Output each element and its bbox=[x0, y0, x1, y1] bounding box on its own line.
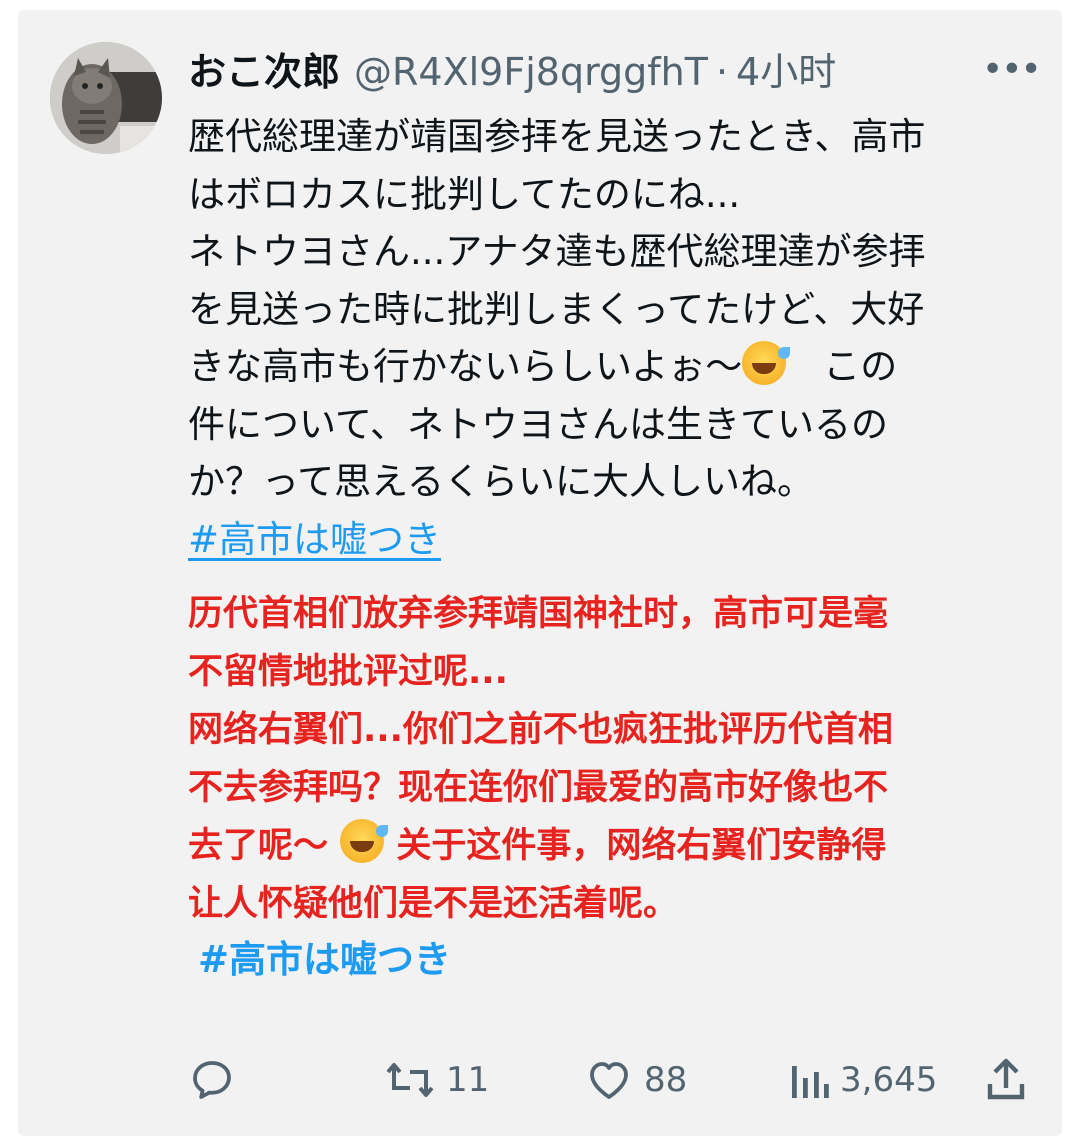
cn-line: 不留情地批评过呢... bbox=[188, 652, 508, 692]
jp-line: を見送った時に批判しまくってたけど、大好 bbox=[188, 287, 925, 331]
cn-line: 历代首相们放弃参拜靖国神社时，高市可是毫 bbox=[188, 594, 889, 634]
like-count: 88 bbox=[644, 1060, 688, 1100]
rolling-on-floor-laughing-emoji bbox=[340, 819, 389, 863]
reply-button[interactable] bbox=[188, 1052, 236, 1108]
cn-line: 让人怀疑他们是不是还活着呢。 bbox=[188, 884, 679, 924]
jp-line: か？って思えるくらいに大人しいね。 bbox=[188, 460, 815, 503]
avatar[interactable] bbox=[50, 42, 162, 154]
views-count: 3,645 bbox=[840, 1060, 938, 1100]
jp-line: 歴代総理達が靖国参拝を見送ったとき、高市 bbox=[188, 115, 926, 158]
hashtag-link[interactable]: #高市は嘘つき bbox=[188, 518, 441, 561]
more-options-icon[interactable]: ••• bbox=[982, 52, 1042, 92]
heart-icon bbox=[590, 1062, 628, 1099]
cat-avatar-image bbox=[50, 42, 162, 154]
retweet-count: 11 bbox=[446, 1060, 490, 1100]
tweet-text-japanese: 歴代総理達が靖国参拝を見送ったとき、高市 はボロカスに批判してたのにね... ネ… bbox=[188, 108, 1038, 568]
share-icon bbox=[987, 1058, 1025, 1100]
cn-line-with-emoji: 去了呢～ 关于这件事，网络右翼们安静得 bbox=[188, 817, 1038, 875]
retweet-button[interactable]: 11 bbox=[384, 1052, 489, 1108]
bar-chart-icon bbox=[792, 1066, 829, 1098]
views-button[interactable]: 3,645 bbox=[786, 1052, 937, 1108]
cn-line-after-emoji: 关于这件事，网络右翼们安静得 bbox=[396, 826, 887, 866]
tweet-actions: 11 88 3,645 bbox=[188, 1052, 1038, 1108]
translation-text: 历代首相们放弃参拜靖国神社时，高市可是毫 不留情地批评过呢... 网络右翼们..… bbox=[188, 585, 1038, 933]
jp-line-with-emoji: きな高市も行かないらしいよぉ〜 この bbox=[188, 338, 1038, 396]
retweet-icon bbox=[386, 1063, 434, 1097]
jp-line: 件について、ネトウヨさんは生きているの bbox=[188, 402, 889, 446]
cn-line: 网络右翼们...你们之前不也疯狂批评历代首相 bbox=[188, 710, 893, 750]
jp-line-before-emoji: きな高市も行かないらしいよぉ〜 bbox=[188, 345, 743, 388]
tweet-header: おこ次郎 @R4Xl9Fj8qrggfhT · 4小时 bbox=[188, 46, 1040, 98]
jp-line: ネトウヨさん...アナタ達も歴代総理達が参拝 bbox=[188, 230, 926, 273]
reply-icon bbox=[193, 1061, 231, 1099]
rolling-on-floor-laughing-emoji bbox=[742, 341, 791, 385]
like-button[interactable]: 88 bbox=[584, 1052, 687, 1108]
jp-line: はボロカスに批判してたのにね... bbox=[188, 172, 741, 216]
cn-line: 不去参拜吗？现在连你们最爱的高市好像也不 bbox=[188, 768, 889, 808]
jp-line-after-emoji: この bbox=[786, 345, 898, 388]
share-button[interactable] bbox=[984, 1052, 1028, 1108]
separator-dot: · bbox=[715, 50, 729, 94]
translation-hashtag: #高市は嘘つき bbox=[198, 938, 452, 981]
post-time[interactable]: 4小时 bbox=[736, 50, 836, 94]
author-name[interactable]: おこ次郎 bbox=[188, 50, 340, 94]
author-handle[interactable]: @R4Xl9Fj8qrggfhT bbox=[354, 50, 708, 94]
cn-line-before-emoji: 去了呢～ bbox=[188, 826, 329, 866]
